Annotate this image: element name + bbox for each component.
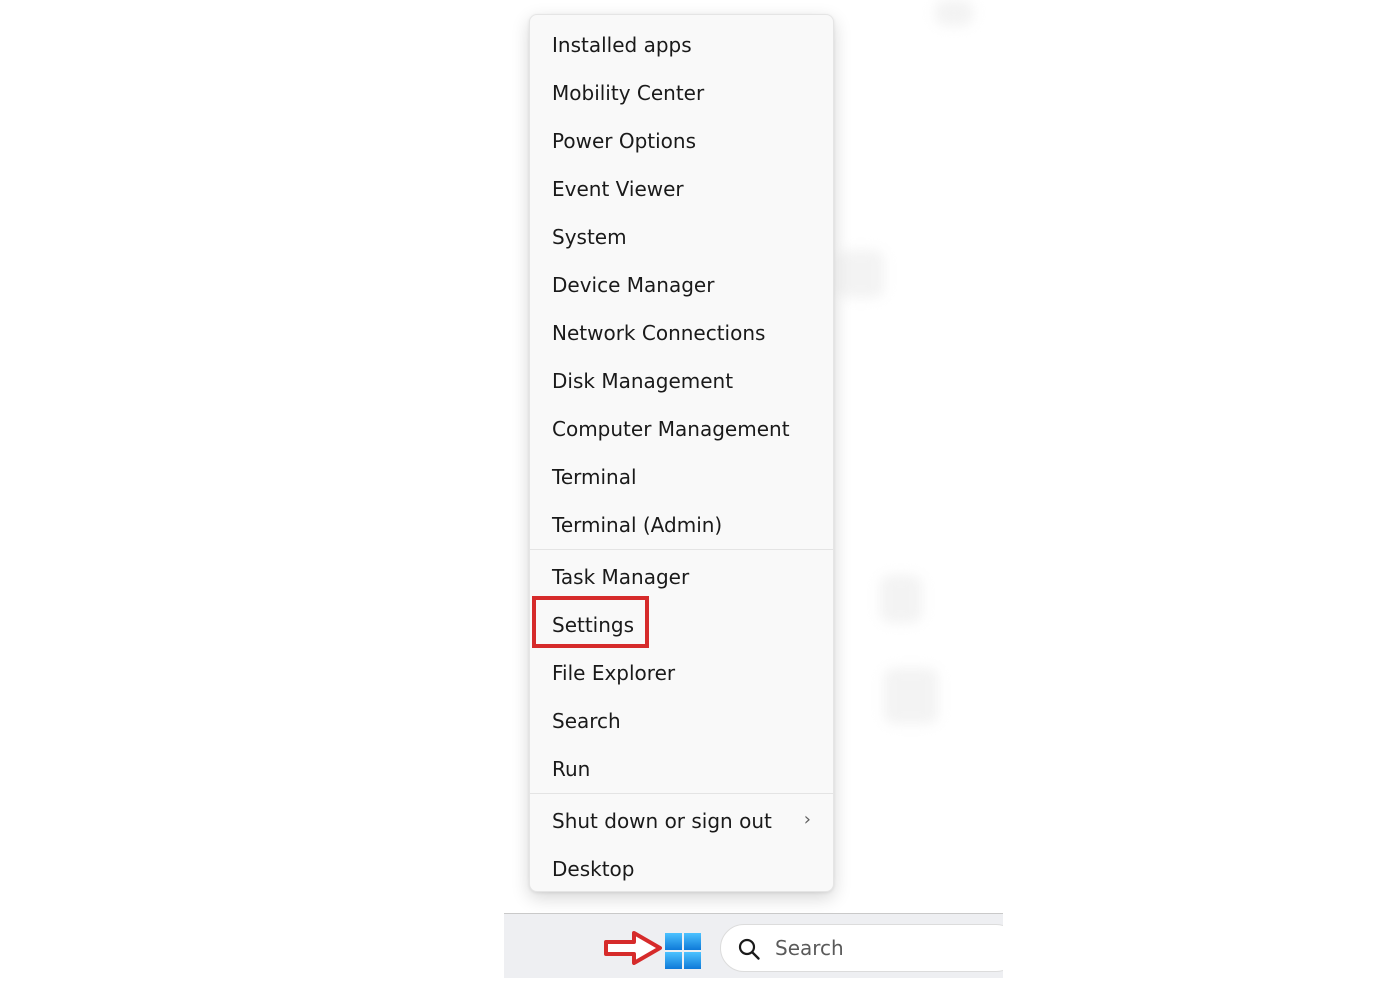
menu-item-mobility-center[interactable]: Mobility Center <box>530 69 833 117</box>
menu-item-task-manager[interactable]: Task Manager <box>530 553 833 601</box>
taskbar: Search <box>504 913 1003 978</box>
red-arrow-icon <box>604 931 662 965</box>
background-blur <box>838 250 884 298</box>
background-blur <box>880 575 922 623</box>
chevron-right-icon: › <box>803 809 811 830</box>
background-blur <box>884 668 938 724</box>
start-button[interactable] <box>662 931 702 971</box>
menu-separator <box>530 549 833 550</box>
menu-item-network-connections[interactable]: Network Connections <box>530 309 833 357</box>
search-placeholder: Search <box>775 936 844 960</box>
menu-item-computer-management[interactable]: Computer Management <box>530 405 833 453</box>
search-icon <box>738 938 760 960</box>
winx-context-menu: Installed apps Mobility Center Power Opt… <box>529 14 834 892</box>
menu-item-label: Shut down or sign out <box>552 809 772 833</box>
background-blur <box>935 0 973 26</box>
menu-item-terminal-admin[interactable]: Terminal (Admin) <box>530 501 833 549</box>
windows-logo-icon <box>665 933 701 969</box>
menu-item-event-viewer[interactable]: Event Viewer <box>530 165 833 213</box>
menu-item-installed-apps[interactable]: Installed apps <box>530 21 833 69</box>
menu-item-device-manager[interactable]: Device Manager <box>530 261 833 309</box>
menu-item-system[interactable]: System <box>530 213 833 261</box>
menu-item-settings[interactable]: Settings <box>530 601 833 649</box>
menu-item-run[interactable]: Run <box>530 745 833 793</box>
menu-item-search[interactable]: Search <box>530 697 833 745</box>
menu-separator <box>530 793 833 794</box>
menu-item-shut-down-or-sign-out[interactable]: Shut down or sign out › <box>530 797 833 845</box>
taskbar-search-box[interactable]: Search <box>720 924 1003 972</box>
menu-item-disk-management[interactable]: Disk Management <box>530 357 833 405</box>
menu-item-power-options[interactable]: Power Options <box>530 117 833 165</box>
menu-item-terminal[interactable]: Terminal <box>530 453 833 501</box>
menu-item-file-explorer[interactable]: File Explorer <box>530 649 833 697</box>
screen: Installed apps Mobility Center Power Opt… <box>0 0 1390 996</box>
menu-item-desktop[interactable]: Desktop <box>530 845 833 893</box>
